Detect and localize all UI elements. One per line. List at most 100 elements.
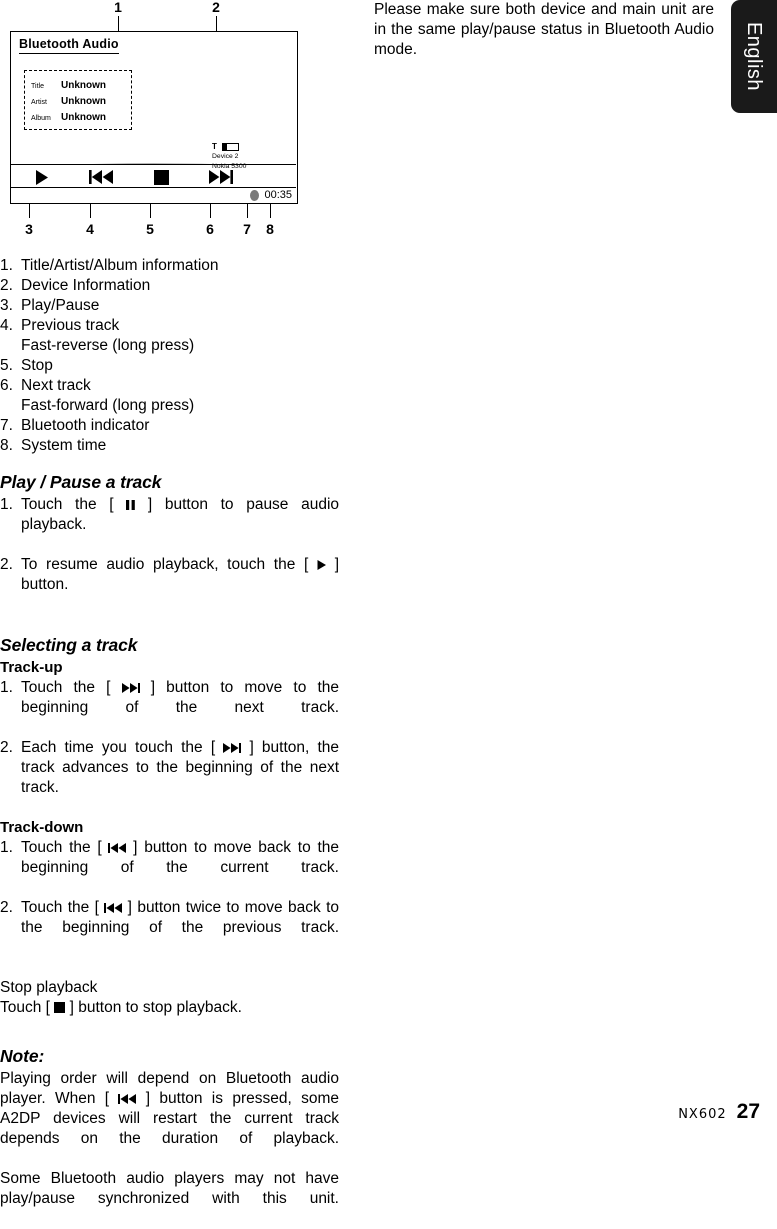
list-item: 3. Play/Pause xyxy=(0,296,345,316)
track-down-item1-text-a: Touch the [ xyxy=(21,839,102,856)
right-column: Please make sure both device and main un… xyxy=(374,0,714,61)
track-down-item2-text-a: Touch the [ xyxy=(21,899,99,916)
callout-number-3: 3 xyxy=(25,221,33,237)
player-control-bar xyxy=(11,164,296,188)
play-pause-item1-text-a: Touch the [ xyxy=(21,496,114,513)
ref-text-4: Previous track xyxy=(21,317,120,334)
note-heading: Note: xyxy=(0,1046,45,1066)
battery-icon xyxy=(221,143,239,151)
play-icon xyxy=(35,169,48,185)
play-pause-item2-number: 2. xyxy=(0,556,13,573)
callout-number-1: 1 xyxy=(114,0,122,15)
metadata-label-title: Title xyxy=(31,83,44,90)
track-down-item2-number: 2. xyxy=(0,899,13,916)
page-number: 27 xyxy=(736,1100,760,1123)
stop-icon xyxy=(153,169,169,185)
ref-text-7: Bluetooth indicator xyxy=(21,417,150,434)
callout-number-2: 2 xyxy=(212,0,220,15)
list-item: 6. Next track xyxy=(0,376,345,396)
ref-number-8: 8. xyxy=(0,437,13,454)
next-track-icon xyxy=(209,170,233,184)
callout-number-6: 6 xyxy=(206,221,214,237)
list-item: 2. Each time you touch the [ ] button, t… xyxy=(0,738,339,818)
track-up-item2-number: 2. xyxy=(0,739,13,756)
previous-track-button[interactable] xyxy=(87,168,115,186)
stop-instruction-text-a: Touch [ xyxy=(0,999,50,1016)
play-icon xyxy=(317,560,326,570)
next-track-button[interactable] xyxy=(207,168,235,186)
language-tab-label: English xyxy=(743,21,765,92)
metadata-label-artist: Artist xyxy=(31,99,47,106)
subheading-track-up: Track-up xyxy=(0,659,63,676)
player-status-bar: 00:35 xyxy=(11,187,296,203)
list-item: 4. Previous track xyxy=(0,316,345,336)
ref-number-5: 5. xyxy=(0,357,13,374)
ref-text-8: System time xyxy=(21,437,107,454)
callout-number-8: 8 xyxy=(266,221,274,237)
ref-number-1: 1. xyxy=(0,257,13,274)
ref-number-4: 4. xyxy=(0,317,13,334)
list-item: 1. Touch the [ ] button to pause audio p… xyxy=(0,495,339,555)
play-pause-item1-number: 1. xyxy=(0,496,13,513)
metadata-label-album: Album xyxy=(31,115,51,122)
footer-model-name: NX602 xyxy=(678,1107,727,1122)
next-track-icon xyxy=(121,683,140,693)
play-button[interactable] xyxy=(31,168,51,186)
ref-text-6: Next track xyxy=(21,377,91,394)
list-item: 1. Touch the [ ] button to move to the b… xyxy=(0,678,339,738)
ref-text-1: Title/Artist/Album information xyxy=(21,257,219,274)
stop-instruction-text-b: ] button to stop playback. xyxy=(69,999,242,1016)
section-heading-selecting: Selecting a track xyxy=(0,635,138,655)
bluetooth-audio-player-screen: Bluetooth Audio Title Unknown Artist Unkno… xyxy=(10,31,298,204)
callout-number-7: 7 xyxy=(243,221,251,237)
system-time-value: 00:35 xyxy=(264,189,292,201)
metadata-value-title: Unknown xyxy=(61,80,106,91)
metadata-value-artist: Unknown xyxy=(61,96,106,107)
list-item: 5. Stop xyxy=(0,356,345,376)
language-tab: English xyxy=(731,0,777,113)
list-item: 2. To resume audio playback, touch the [… xyxy=(0,555,339,615)
track-up-item2-text-a: Each time you touch the [ xyxy=(21,739,216,756)
stop-playback-instruction: Touch [ ] button to stop playback. xyxy=(0,998,339,1018)
callout-number-5: 5 xyxy=(146,221,154,237)
list-item: 1. Title/Artist/Album information xyxy=(0,256,345,276)
ref-number-6: 6. xyxy=(0,377,13,394)
list-item: 2. Device Information xyxy=(0,276,345,296)
pause-icon xyxy=(126,500,136,510)
metadata-row-album: Album Unknown xyxy=(31,107,106,125)
page-footer: NX602 27 xyxy=(0,1100,760,1124)
ref-text-5: Stop xyxy=(21,357,53,374)
ref-subtext-4: Fast-reverse (long press) xyxy=(21,337,195,354)
bluetooth-audio-screen-figure: 1 2 3 4 5 6 7 8 Bluetooth Audio Title Unk… xyxy=(0,0,345,245)
list-item: 1. Touch the [ ] button to move back to … xyxy=(0,838,339,898)
subheading-track-down: Track-down xyxy=(0,819,84,836)
ref-number-7: 7. xyxy=(0,417,13,434)
note-paragraph-2: Some Bluetooth audio players may not hav… xyxy=(0,1170,339,1207)
ref-text-2: Device Information xyxy=(21,277,151,294)
play-pause-item2-text-a: To resume audio playback, touch the [ xyxy=(21,556,309,573)
list-item: 2. Touch the [ ] button twice to move ba… xyxy=(0,898,339,958)
right-column-paragraph: Please make sure both device and main un… xyxy=(374,1,714,59)
antenna-icon: T xyxy=(212,142,217,151)
figure-reference-list: 1. Title/Artist/Album information 2. Dev… xyxy=(0,256,345,456)
previous-track-icon xyxy=(108,843,127,853)
stop-icon xyxy=(54,1002,66,1013)
stop-button[interactable] xyxy=(150,168,172,186)
track-metadata-box: Title Unknown Artist Unknown Album Unknown xyxy=(24,70,132,130)
track-down-item1-number: 1. xyxy=(0,839,13,856)
ref-subtext-6: Fast-forward (long press) xyxy=(21,397,195,414)
bluetooth-indicator-icon xyxy=(250,189,260,201)
next-track-icon xyxy=(223,743,242,753)
previous-track-icon xyxy=(104,903,123,913)
device-status-icons: T xyxy=(212,142,292,152)
track-up-item1-text-a: Touch the [ xyxy=(21,679,111,696)
previous-track-icon xyxy=(89,170,113,184)
callout-number-4: 4 xyxy=(86,221,94,237)
ref-number-2: 2. xyxy=(0,277,13,294)
player-screen-title: Bluetooth Audio xyxy=(19,37,119,54)
list-item: 7. Bluetooth indicator xyxy=(0,416,345,436)
metadata-value-album: Unknown xyxy=(61,112,106,123)
stop-playback-heading: Stop playback xyxy=(0,979,98,996)
list-item: 8. System time xyxy=(0,436,345,456)
ref-number-3: 3. xyxy=(0,297,13,314)
